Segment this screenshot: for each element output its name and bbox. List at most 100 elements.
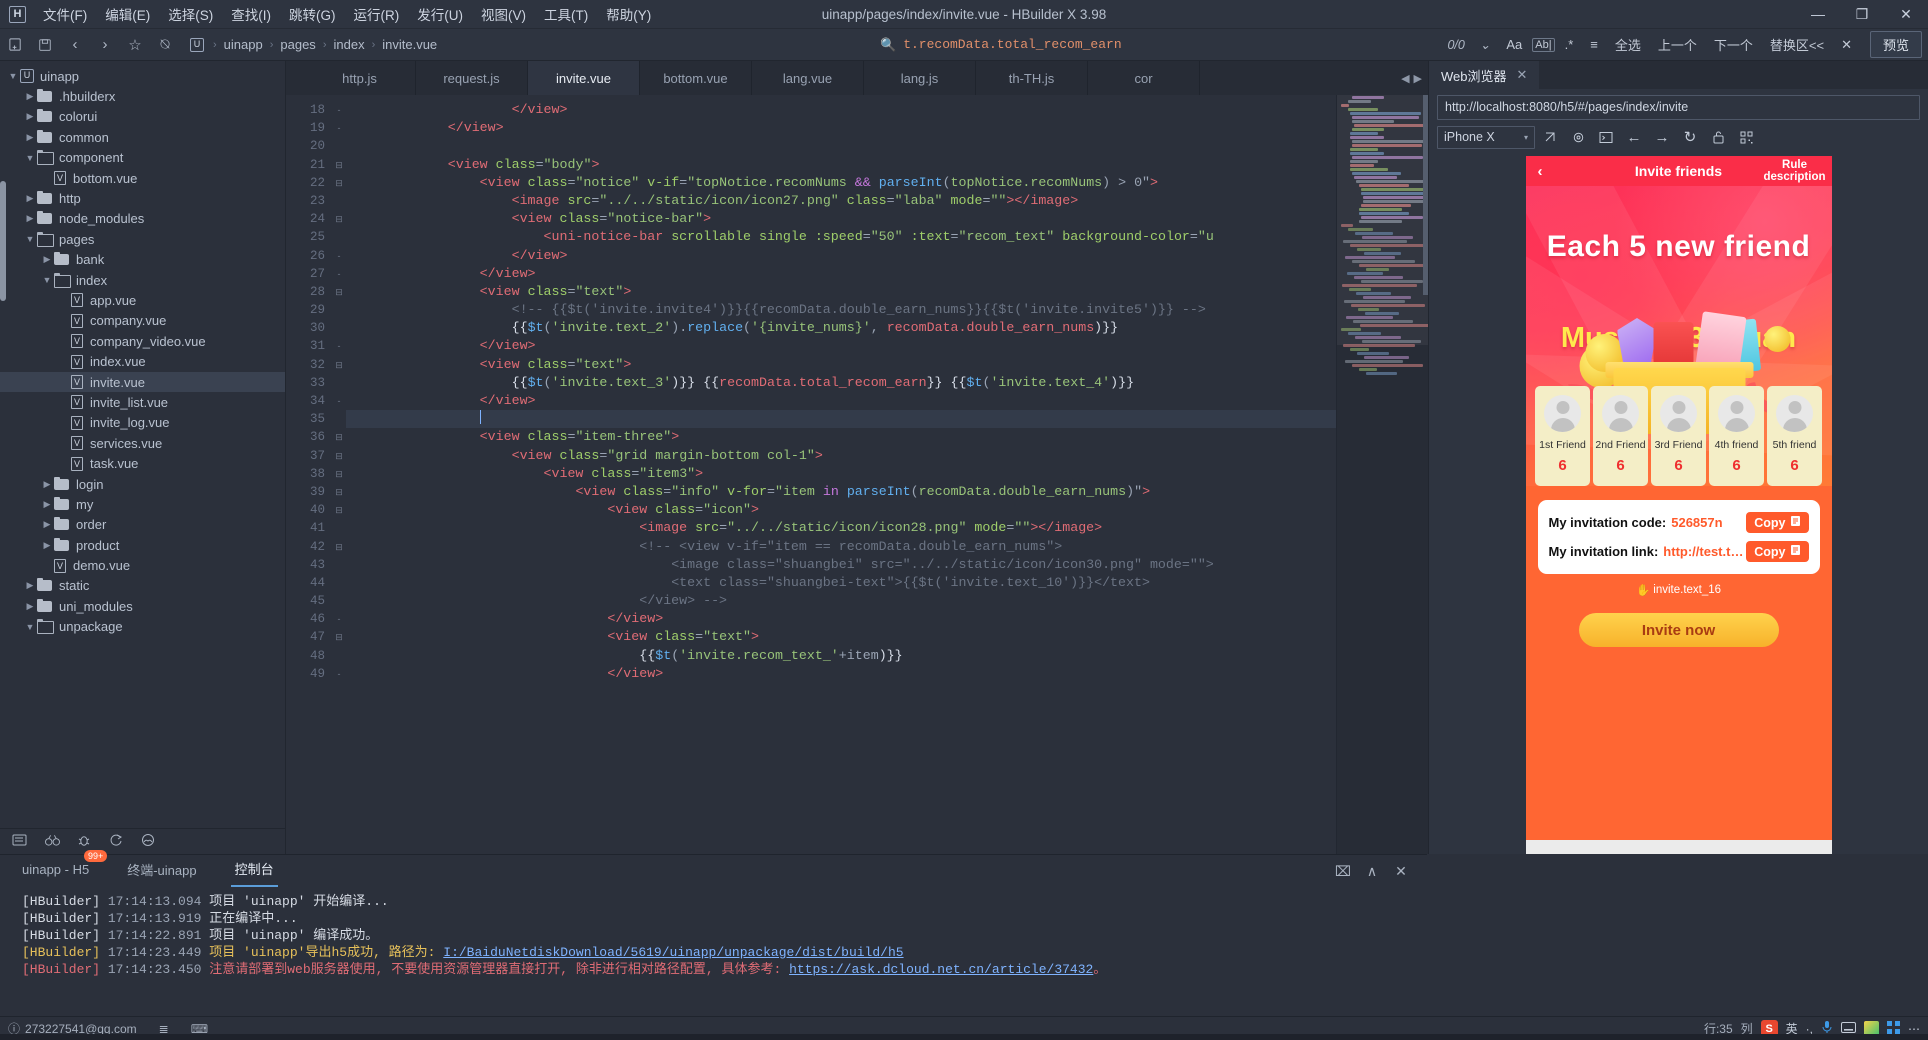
chevron-right-icon[interactable]: ▶ (23, 213, 37, 224)
fold-toggle-icon[interactable]: - (332, 610, 346, 628)
tree-item-order[interactable]: ▶ order (0, 515, 285, 535)
search-box[interactable]: 🔍 t.recomData.total_recom_earn (880, 37, 1122, 53)
forward-icon[interactable]: → (1649, 125, 1675, 149)
editor-tab-invite-vue[interactable]: invite.vue (528, 61, 640, 95)
tree-item-uinapp[interactable]: ▼ Uuinapp (0, 66, 285, 86)
chevron-right-icon[interactable]: ▶ (40, 254, 54, 265)
chevron-down-icon[interactable]: ▼ (40, 275, 54, 285)
code-line[interactable]: <!-- {{$t('invite.invite4')}}{{recomData… (346, 301, 1336, 319)
editor-tab-http-js[interactable]: http.js (304, 61, 416, 95)
chevron-down-icon[interactable]: ▼ (23, 234, 37, 244)
code-line[interactable]: <view class="grid margin-bottom col-1"> (346, 447, 1336, 465)
code-line[interactable]: <view class="text"> (346, 283, 1336, 301)
console-terminal-icon[interactable] (1593, 125, 1619, 149)
breadcrumb-item-3[interactable]: invite.vue (380, 37, 439, 52)
device-select[interactable]: iPhone X ▾ (1437, 125, 1535, 149)
editor-tab-bottom-vue[interactable]: bottom.vue (640, 61, 752, 95)
tree-item-invite-log-vue[interactable]: Vinvite_log.vue (0, 413, 285, 433)
fold-toggle-icon[interactable]: ⊟ (332, 465, 346, 483)
chevron-right-icon[interactable]: ▶ (23, 193, 37, 204)
tree-item-my[interactable]: ▶ my (0, 494, 285, 514)
fold-toggle-icon[interactable]: - (332, 337, 346, 355)
close-button[interactable]: ✕ (1884, 0, 1928, 29)
console-tab-0[interactable]: uinapp - H5 99+ (18, 850, 108, 884)
code-line[interactable]: <view class="icon"> (346, 501, 1336, 519)
console-tab-2[interactable]: 控制台 (230, 855, 278, 887)
settings-gear-icon[interactable] (1565, 125, 1591, 149)
tree-item-component[interactable]: ▼ component (0, 148, 285, 168)
code-line[interactable]: <view class="text"> (346, 628, 1336, 646)
select-all-button[interactable]: 全选 (1608, 32, 1648, 57)
code-line[interactable]: <!-- <view v-if="item == recomData.doubl… (346, 538, 1336, 556)
chevron-right-icon[interactable]: ▶ (23, 132, 37, 143)
code-line[interactable]: </view> (346, 337, 1336, 355)
save-icon[interactable] (30, 32, 60, 58)
code-content[interactable]: </view> </view> <view class="body"> <vie… (346, 95, 1336, 854)
chevron-right-icon[interactable]: ▶ (40, 499, 54, 510)
code-line[interactable]: {{$t('invite.text_2').replace('{invite_n… (346, 319, 1336, 337)
preview-button[interactable]: 预览 (1869, 31, 1922, 58)
tree-item-invite-vue[interactable]: Vinvite.vue (0, 371, 285, 393)
code-line[interactable]: <image src="../../static/icon/icon27.png… (346, 192, 1336, 210)
chevron-right-icon[interactable]: ▶ (40, 479, 54, 490)
console-tab-1[interactable]: 终端-uinapp (123, 856, 200, 886)
code-line[interactable]: {{$t('invite.recom_text_'+item)}} (346, 647, 1336, 665)
code-line[interactable]: {{$t('invite.text_3')}} {{recomData.tota… (346, 374, 1336, 392)
back-icon[interactable]: ← (1621, 125, 1647, 149)
tree-item-bottom-vue[interactable]: Vbottom.vue (0, 168, 285, 188)
tree-item-login[interactable]: ▶ login (0, 474, 285, 494)
code-line[interactable]: <uni-notice-bar scrollable single :speed… (346, 228, 1336, 246)
code-line[interactable]: </view> (346, 665, 1336, 683)
editor-scrollbar[interactable] (1423, 95, 1428, 295)
tree-item-company-vue[interactable]: Vcompany.vue (0, 311, 285, 331)
menu-item-0[interactable]: 文件(F) (34, 1, 96, 27)
code-line[interactable]: <view class="item3"> (346, 465, 1336, 483)
fold-toggle-icon[interactable]: ⊟ (332, 428, 346, 446)
code-editor[interactable]: 18 19 20 21 22 23 24 25 26 27 28 29 30 31 32 33 34 35 36 37… (286, 95, 1428, 854)
fold-toggle-icon[interactable]: - (332, 119, 346, 137)
tree-item-product[interactable]: ▶ product (0, 535, 285, 555)
code-line[interactable]: <view class="info" v-for="item in parseI… (346, 483, 1336, 501)
editor-tab-lang-vue[interactable]: lang.vue (752, 61, 864, 95)
cloud-icon[interactable] (134, 833, 162, 850)
tree-item-index-vue[interactable]: Vindex.vue (0, 351, 285, 371)
code-line[interactable]: </view> (346, 610, 1336, 628)
lock-icon[interactable] (1705, 125, 1731, 149)
chevron-right-icon[interactable]: ▶ (23, 601, 37, 612)
editor-tab-lang-js[interactable]: lang.js (864, 61, 976, 95)
invite-now-button[interactable]: Invite now (1578, 613, 1779, 647)
minimize-button[interactable]: — (1796, 0, 1840, 29)
console-line-link[interactable]: I:/BaiduNetdiskDownload/5619/uinapp/unpa… (443, 945, 903, 960)
tree-item-invite-list-vue[interactable]: Vinvite_list.vue (0, 392, 285, 412)
code-line[interactable] (346, 137, 1336, 155)
close-panel-icon[interactable]: ✕ (1389, 863, 1413, 880)
fold-toggle-icon[interactable]: ⊟ (332, 356, 346, 374)
reload-icon[interactable]: ↻ (1677, 125, 1703, 149)
code-line[interactable]: </view> --> (346, 592, 1336, 610)
tree-item-bank[interactable]: ▶ bank (0, 250, 285, 270)
url-input[interactable]: http://localhost:8080/h5/#/pages/index/i… (1437, 95, 1920, 120)
editor-tab-request-js[interactable]: request.js (416, 61, 528, 95)
new-file-icon[interactable] (0, 32, 30, 58)
tree-item-uni-modules[interactable]: ▶ uni_modules (0, 596, 285, 616)
explorer-icon[interactable] (6, 833, 34, 850)
fold-toggle-icon[interactable]: ⊟ (332, 447, 346, 465)
chevron-down-icon[interactable]: ▼ (6, 71, 20, 81)
back-arrow-icon[interactable]: ‹ (1538, 163, 1543, 180)
tree-item-colorui[interactable]: ▶ colorui (0, 107, 285, 127)
breadcrumb-item-0[interactable]: uinapp (222, 37, 265, 52)
share-icon[interactable] (102, 833, 130, 850)
qr-code-icon[interactable] (1733, 125, 1759, 149)
code-line[interactable]: <view class="text"> (346, 356, 1336, 374)
menu-item-7[interactable]: 视图(V) (472, 1, 535, 27)
fold-toggle-icon[interactable]: - (332, 247, 346, 265)
preview-tab-close-icon[interactable]: ✕ (1517, 67, 1528, 83)
tree-item-node-modules[interactable]: ▶ node_modules (0, 209, 285, 229)
tree-item-static[interactable]: ▶ static (0, 576, 285, 596)
fold-toggle-icon[interactable]: ⊟ (332, 483, 346, 501)
replace-zone-button[interactable]: 替换区<< (1763, 32, 1831, 57)
chevron-right-icon[interactable]: ▶ (23, 580, 37, 591)
code-line[interactable] (346, 410, 1336, 429)
match-dropdown-icon[interactable]: ⌄ (1474, 34, 1496, 55)
tree-item-services-vue[interactable]: Vservices.vue (0, 433, 285, 453)
